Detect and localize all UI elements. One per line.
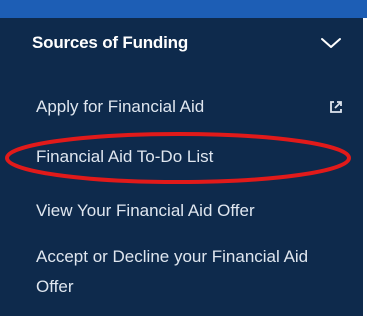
nav-item-view-your-financial-aid-offer[interactable]: View Your Financial Aid Offer bbox=[0, 197, 363, 225]
section-header-sources-of-funding[interactable]: Sources of Funding bbox=[16, 26, 346, 60]
nav-item-label: Apply for Financial Aid bbox=[36, 97, 205, 116]
section-title: Sources of Funding bbox=[32, 33, 189, 52]
top-accent-bar bbox=[0, 0, 367, 18]
external-link-icon bbox=[328, 99, 344, 115]
nav-item-label: View Your Financial Aid Offer bbox=[36, 201, 255, 220]
panel-edge bbox=[363, 18, 367, 316]
nav-item-accept-or-decline-offer[interactable]: Accept or Decline your Financial Aid Off… bbox=[0, 242, 363, 302]
nav-item-financial-aid-to-do-list[interactable]: Financial Aid To-Do List bbox=[0, 143, 363, 171]
screenshot-frame: Sources of Funding Apply for Financial A… bbox=[0, 0, 367, 316]
chevron-down-icon[interactable] bbox=[316, 32, 346, 54]
nav-item-apply-for-financial-aid[interactable]: Apply for Financial Aid bbox=[0, 93, 363, 121]
nav-item-label: Financial Aid To-Do List bbox=[36, 147, 214, 166]
nav-item-label: Accept or Decline your Financial Aid Off… bbox=[36, 247, 309, 296]
